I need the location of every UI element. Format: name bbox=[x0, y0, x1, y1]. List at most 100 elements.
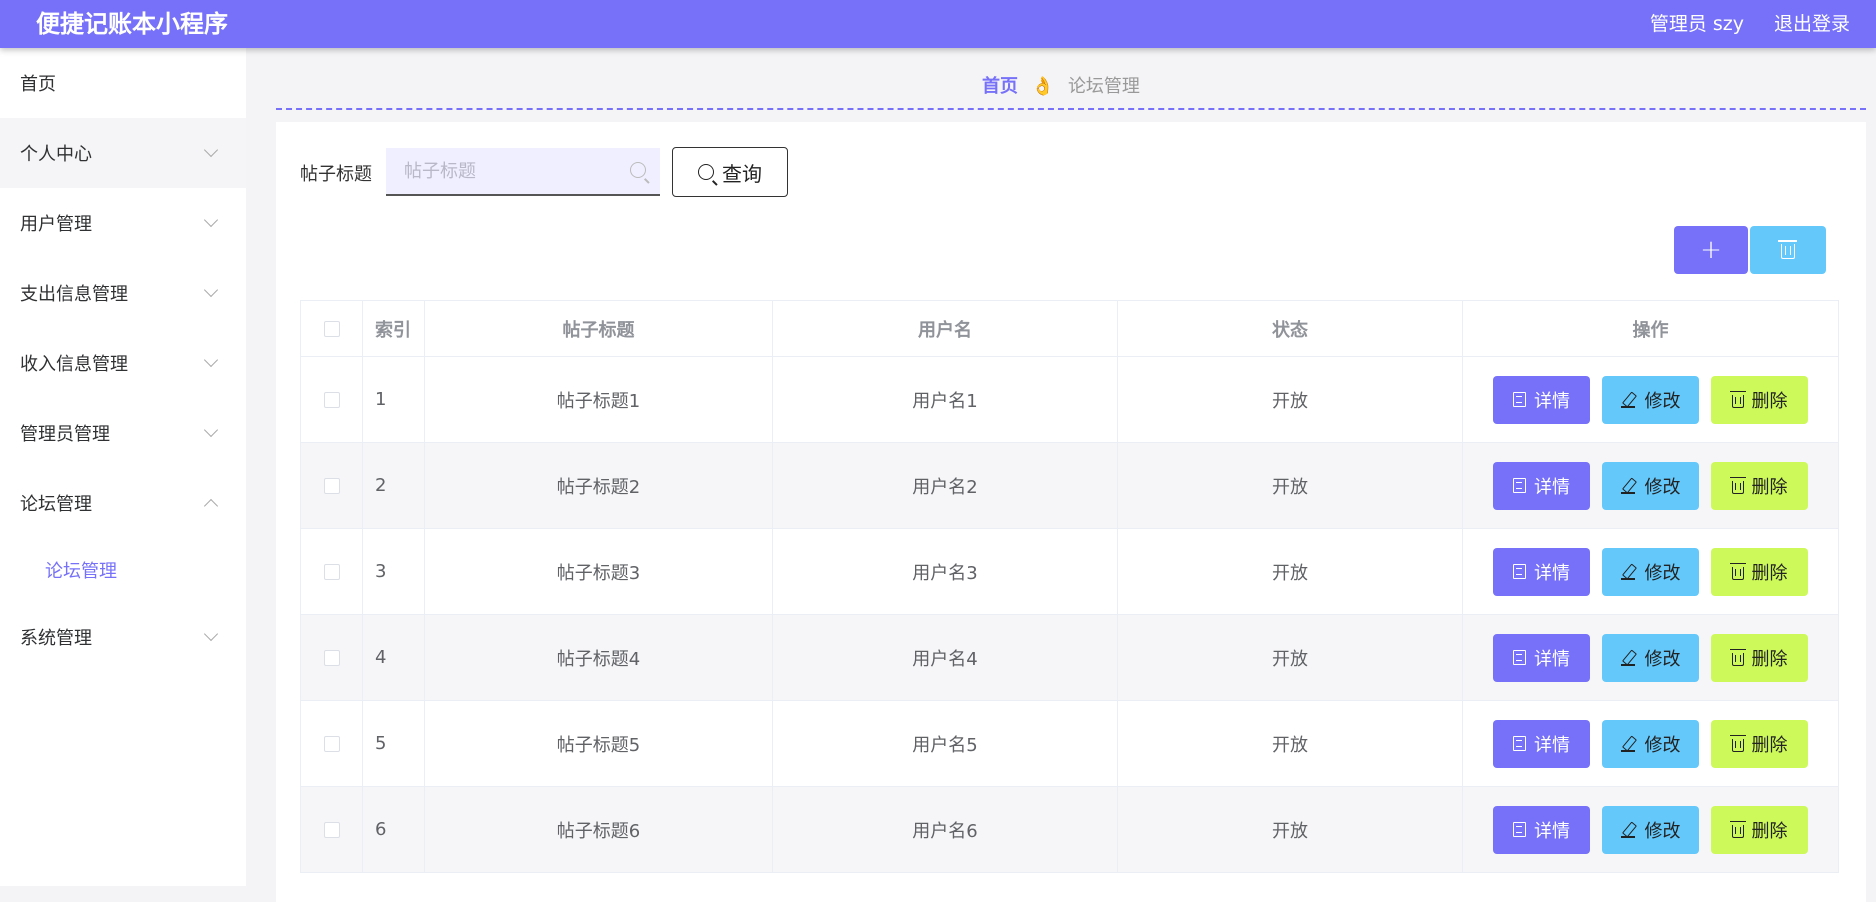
delete-button[interactable]: 删除 bbox=[1711, 719, 1808, 768]
ok-hand-icon: 👌 bbox=[1031, 76, 1055, 97]
edit-button[interactable]: 修改 bbox=[1602, 547, 1699, 596]
row-checkbox[interactable] bbox=[323, 736, 340, 752]
query-button[interactable]: 查询 bbox=[672, 147, 788, 197]
sidebar-item-system[interactable]: 系统管理 bbox=[0, 602, 246, 672]
cell-title: 帖子标题3 bbox=[424, 528, 773, 615]
table-row: 4 帖子标题4 用户名4 开放 详情 修改 删除 bbox=[300, 614, 1839, 701]
cell-title: 帖子标题5 bbox=[424, 700, 773, 787]
cell-title: 帖子标题2 bbox=[424, 442, 773, 529]
detail-button[interactable]: 详情 bbox=[1493, 805, 1590, 854]
search-input[interactable] bbox=[386, 148, 616, 194]
trash-icon bbox=[1729, 648, 1746, 666]
row-checkbox[interactable] bbox=[323, 822, 340, 838]
column-header: 状态 bbox=[1117, 300, 1463, 357]
sidebar-item-label: 首页 bbox=[20, 74, 56, 95]
table-row: 6 帖子标题6 用户名6 开放 详情 修改 删除 bbox=[300, 786, 1839, 873]
delete-button[interactable]: 删除 bbox=[1711, 805, 1808, 854]
document-icon bbox=[1513, 564, 1526, 579]
detail-label: 详情 bbox=[1534, 562, 1570, 584]
edit-icon bbox=[1620, 822, 1637, 838]
document-icon bbox=[1513, 736, 1526, 751]
cell-user: 用户名6 bbox=[772, 786, 1118, 873]
trash-icon bbox=[1729, 820, 1746, 838]
table-row: 5 帖子标题5 用户名5 开放 详情 修改 删除 bbox=[300, 700, 1839, 787]
sidebar-item-profile[interactable]: 个人中心 bbox=[0, 118, 246, 188]
detail-button[interactable]: 详情 bbox=[1493, 633, 1590, 682]
detail-label: 详情 bbox=[1534, 820, 1570, 842]
cell-index: 4 bbox=[362, 614, 425, 701]
delete-label: 删除 bbox=[1751, 820, 1788, 842]
main-content: 首页 👌 论坛管理 帖子标题 查询 + 索 bbox=[246, 48, 1876, 902]
breadcrumb-home[interactable]: 首页 bbox=[982, 76, 1018, 97]
batch-delete-button[interactable] bbox=[1750, 226, 1826, 274]
delete-button[interactable]: 删除 bbox=[1711, 375, 1808, 424]
edit-icon bbox=[1620, 650, 1637, 666]
edit-label: 修改 bbox=[1644, 562, 1681, 584]
detail-button[interactable]: 详情 bbox=[1493, 461, 1590, 510]
document-icon bbox=[1513, 478, 1526, 493]
delete-button[interactable]: 删除 bbox=[1711, 633, 1808, 682]
sidebar-subitem-forum[interactable]: 论坛管理 bbox=[0, 538, 246, 602]
chevron-down-icon bbox=[203, 422, 219, 438]
sidebar-item-label: 论坛管理 bbox=[20, 494, 92, 515]
delete-label: 删除 bbox=[1751, 390, 1788, 412]
sidebar-item-users[interactable]: 用户管理 bbox=[0, 188, 246, 258]
search-label: 帖子标题 bbox=[300, 164, 372, 185]
sidebar-item-label: 收入信息管理 bbox=[20, 354, 128, 375]
row-checkbox[interactable] bbox=[323, 650, 340, 666]
edit-icon bbox=[1620, 392, 1637, 408]
edit-button[interactable]: 修改 bbox=[1602, 461, 1699, 510]
delete-button[interactable]: 删除 bbox=[1711, 547, 1808, 596]
sidebar-item-home[interactable]: 首页 bbox=[0, 48, 246, 118]
cell-index: 6 bbox=[362, 786, 425, 873]
search-field bbox=[386, 148, 660, 196]
sidebar-item-income[interactable]: 收入信息管理 bbox=[0, 328, 246, 398]
delete-label: 删除 bbox=[1751, 734, 1788, 756]
select-all-checkbox[interactable] bbox=[323, 321, 340, 337]
plus-icon: + bbox=[1700, 235, 1722, 265]
cell-index: 2 bbox=[362, 442, 425, 529]
cell-index: 5 bbox=[362, 700, 425, 787]
column-header: 索引 bbox=[362, 300, 425, 357]
search-icon bbox=[698, 164, 714, 180]
sidebar-item-label: 系统管理 bbox=[20, 628, 92, 649]
edit-button[interactable]: 修改 bbox=[1602, 719, 1699, 768]
divider bbox=[276, 108, 1866, 110]
header-select-all bbox=[300, 300, 363, 357]
cell-status: 开放 bbox=[1117, 356, 1463, 443]
edit-button[interactable]: 修改 bbox=[1602, 375, 1699, 424]
edit-label: 修改 bbox=[1644, 476, 1681, 498]
cell-user: 用户名1 bbox=[772, 356, 1118, 443]
cell-index: 3 bbox=[362, 528, 425, 615]
logout-button[interactable]: 退出登录 bbox=[1774, 10, 1850, 38]
detail-button[interactable]: 详情 bbox=[1493, 375, 1590, 424]
delete-button[interactable]: 删除 bbox=[1711, 461, 1808, 510]
sidebar: 首页 个人中心 用户管理 支出信息管理 收入信息管理 管理员管理 论坛管理 论坛… bbox=[0, 48, 246, 886]
trash-icon bbox=[1729, 476, 1746, 494]
row-checkbox[interactable] bbox=[323, 478, 340, 494]
detail-button[interactable]: 详情 bbox=[1493, 719, 1590, 768]
edit-button[interactable]: 修改 bbox=[1602, 633, 1699, 682]
sidebar-item-admins[interactable]: 管理员管理 bbox=[0, 398, 246, 468]
row-checkbox[interactable] bbox=[323, 392, 340, 408]
chevron-down-icon bbox=[203, 282, 219, 298]
cell-status: 开放 bbox=[1117, 786, 1463, 873]
cell-user: 用户名2 bbox=[772, 442, 1118, 529]
sidebar-item-label: 支出信息管理 bbox=[20, 284, 128, 305]
edit-icon bbox=[1620, 478, 1637, 494]
detail-label: 详情 bbox=[1534, 476, 1570, 498]
edit-button[interactable]: 修改 bbox=[1602, 805, 1699, 854]
content-card: 帖子标题 查询 + 索引 帖子标题 用户名 bbox=[276, 122, 1866, 902]
sidebar-item-label: 管理员管理 bbox=[20, 424, 110, 445]
app-title: 便捷记账本小程序 bbox=[36, 10, 228, 38]
table-row: 2 帖子标题2 用户名2 开放 详情 修改 删除 bbox=[300, 442, 1839, 529]
delete-label: 删除 bbox=[1751, 562, 1788, 584]
row-checkbox[interactable] bbox=[323, 564, 340, 580]
detail-button[interactable]: 详情 bbox=[1493, 547, 1590, 596]
trash-icon bbox=[1778, 240, 1797, 259]
sidebar-item-expense[interactable]: 支出信息管理 bbox=[0, 258, 246, 328]
sidebar-item-forum[interactable]: 论坛管理 bbox=[0, 468, 246, 538]
detail-label: 详情 bbox=[1534, 390, 1570, 412]
add-button[interactable]: + bbox=[1674, 226, 1748, 274]
table-header-row: 索引 帖子标题 用户名 状态 操作 bbox=[300, 300, 1839, 357]
